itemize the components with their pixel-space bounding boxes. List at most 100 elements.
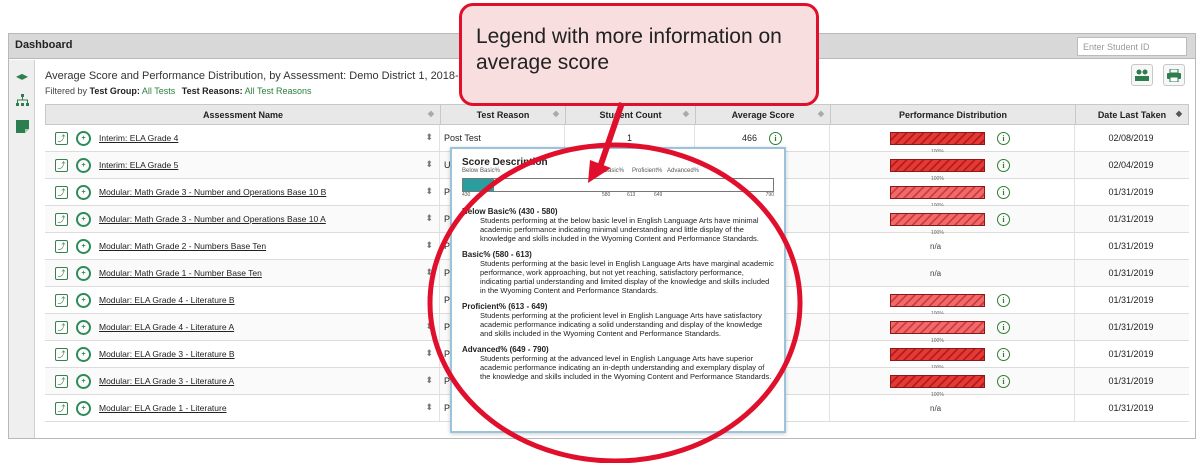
zoom-icon[interactable]: + bbox=[76, 184, 91, 200]
sort-handle-icon[interactable]: ⬍ bbox=[425, 213, 433, 224]
assessment-link[interactable]: Interim: ELA Grade 4 bbox=[99, 133, 178, 143]
date-cell: 01/31/2019 bbox=[1075, 341, 1187, 367]
performance-bar[interactable]: 100% bbox=[890, 320, 985, 344]
legend-callout: Legend with more information on average … bbox=[459, 3, 819, 106]
report-icon[interactable]: ⤴ bbox=[55, 185, 68, 199]
students-icon[interactable] bbox=[1131, 64, 1153, 86]
col-average-score[interactable]: Average Score ◆ bbox=[696, 105, 831, 124]
report-icon[interactable]: ⤴ bbox=[55, 131, 68, 145]
zoom-icon[interactable]: + bbox=[76, 130, 91, 146]
report-icon[interactable]: ⤴ bbox=[55, 401, 68, 415]
col-test-reason[interactable]: Test Reason ◆ bbox=[441, 105, 566, 124]
info-icon[interactable]: i bbox=[997, 374, 1010, 388]
sort-handle-icon[interactable]: ⬍ bbox=[425, 402, 433, 413]
assessment-link[interactable]: Modular: ELA Grade 3 - Literature B bbox=[99, 349, 235, 359]
note-icon[interactable] bbox=[14, 118, 30, 134]
performance-bar[interactable]: 100% bbox=[890, 212, 985, 236]
zoom-icon[interactable]: + bbox=[76, 265, 91, 281]
sort-handle-icon[interactable]: ⬍ bbox=[425, 321, 433, 332]
scale-labels: Below Basic% Basic% Proficient% Advanced… bbox=[462, 168, 774, 177]
report-icon[interactable]: ⤴ bbox=[55, 293, 68, 307]
popover-title: Score Description bbox=[462, 157, 548, 168]
sort-handle-icon[interactable]: ⬍ bbox=[425, 267, 433, 278]
average-score-info-icon[interactable]: i bbox=[769, 131, 783, 145]
level-heading: Basic% (580 - 613) bbox=[462, 250, 532, 259]
performance-bar[interactable]: 100% bbox=[890, 158, 985, 182]
zoom-icon[interactable]: + bbox=[76, 400, 91, 416]
sort-handle-icon[interactable]: ⬍ bbox=[425, 240, 433, 251]
info-icon[interactable]: i bbox=[997, 293, 1010, 307]
print-icon[interactable] bbox=[1163, 64, 1185, 86]
zoom-icon[interactable]: + bbox=[76, 346, 91, 362]
col-label: Student Count bbox=[599, 109, 662, 120]
assessment-link[interactable]: Modular: Math Grade 3 - Number and Opera… bbox=[99, 187, 326, 197]
info-icon[interactable]: i bbox=[997, 347, 1010, 361]
zoom-icon[interactable]: + bbox=[76, 373, 91, 389]
report-icon[interactable]: ⤴ bbox=[55, 212, 68, 226]
zoom-icon[interactable]: + bbox=[76, 319, 91, 335]
info-icon[interactable]: i bbox=[997, 212, 1010, 226]
assessment-name-cell: ⤴ + Interim: ELA Grade 4 ⬍ bbox=[45, 125, 440, 151]
assessment-link[interactable]: Modular: ELA Grade 3 - Literature A bbox=[99, 376, 234, 386]
sort-handle-icon[interactable]: ⬍ bbox=[425, 132, 433, 143]
zoom-icon[interactable]: + bbox=[76, 211, 91, 227]
performance-bar[interactable]: 100% bbox=[890, 347, 985, 371]
info-icon[interactable]: i bbox=[997, 131, 1010, 145]
performance-cell: 100% i bbox=[830, 341, 1075, 371]
col-student-count[interactable]: Student Count ◆ bbox=[566, 105, 696, 124]
filter-prefix: Filtered by bbox=[45, 86, 88, 96]
report-icon[interactable]: ⤴ bbox=[55, 239, 68, 253]
assessment-name-cell: ⤴ + Modular: Math Grade 1 - Number Base … bbox=[45, 260, 440, 286]
assessment-link[interactable]: Modular: Math Grade 1 - Number Base Ten bbox=[99, 268, 262, 278]
performance-bar[interactable]: 100% bbox=[890, 131, 985, 155]
zoom-icon[interactable]: + bbox=[76, 157, 91, 173]
callout-text: Legend with more information on average … bbox=[476, 25, 782, 74]
average-score: 466 bbox=[741, 133, 758, 143]
assessment-link[interactable]: Modular: ELA Grade 4 - Literature B bbox=[99, 295, 235, 305]
col-date-last-taken[interactable]: Date Last Taken ◆ bbox=[1076, 105, 1188, 124]
col-label: Assessment Name bbox=[202, 109, 284, 120]
scale-tick: 613 bbox=[627, 192, 636, 198]
level-text: Students performing at the basic level i… bbox=[480, 259, 774, 295]
date-last-taken: 01/31/2019 bbox=[1108, 268, 1154, 278]
assessment-name-cell: ⤴ + Modular: ELA Grade 1 - Literature ⬍ bbox=[45, 395, 440, 421]
expand-collapse-icon[interactable]: ◂▸ bbox=[14, 68, 30, 84]
assessment-link[interactable]: Modular: ELA Grade 1 - Literature bbox=[99, 403, 227, 413]
student-id-input[interactable] bbox=[1077, 37, 1187, 56]
report-icon[interactable]: ⤴ bbox=[55, 266, 68, 280]
sort-handle-icon[interactable]: ⬍ bbox=[425, 186, 433, 197]
zoom-icon[interactable]: + bbox=[76, 238, 91, 254]
hierarchy-icon[interactable] bbox=[14, 92, 30, 108]
scale-label: Proficient% bbox=[632, 168, 663, 174]
sort-handle-icon[interactable]: ⬍ bbox=[425, 294, 433, 305]
col-label: Test Reason bbox=[476, 109, 530, 120]
performance-bar[interactable]: 100% bbox=[890, 374, 985, 398]
info-icon[interactable]: i bbox=[997, 185, 1010, 199]
col-assessment-name[interactable]: Assessment Name ◆ bbox=[46, 105, 441, 124]
report-icon[interactable]: ⤴ bbox=[55, 347, 68, 361]
info-icon[interactable]: i bbox=[997, 320, 1010, 334]
date-cell: 01/31/2019 bbox=[1075, 206, 1187, 232]
performance-bar[interactable]: 100% bbox=[890, 293, 985, 317]
report-icon[interactable]: ⤴ bbox=[55, 374, 68, 388]
filter-reason-value[interactable]: All Test Reasons bbox=[245, 86, 312, 96]
assessment-link[interactable]: Modular: Math Grade 3 - Number and Opera… bbox=[99, 214, 326, 224]
date-cell: 01/31/2019 bbox=[1075, 179, 1187, 205]
date-last-taken: 02/08/2019 bbox=[1108, 133, 1154, 143]
zoom-icon[interactable]: + bbox=[76, 292, 91, 308]
level-descriptions: Below Basic% (430 - 580) Students perform… bbox=[462, 207, 774, 381]
sort-handle-icon[interactable]: ⬍ bbox=[425, 375, 433, 386]
performance-bar[interactable]: 100% bbox=[890, 185, 985, 209]
date-last-taken: 01/31/2019 bbox=[1108, 295, 1154, 305]
sort-handle-icon[interactable]: ⬍ bbox=[425, 159, 433, 170]
filter-group-value[interactable]: All Tests bbox=[142, 86, 175, 96]
report-icon[interactable]: ⤴ bbox=[55, 158, 68, 172]
info-icon[interactable]: i bbox=[997, 158, 1010, 172]
sort-handle-icon[interactable]: ⬍ bbox=[425, 348, 433, 359]
assessment-link[interactable]: Modular: Math Grade 2 - Numbers Base Ten bbox=[99, 241, 266, 251]
scale-tick: 430 bbox=[462, 192, 471, 198]
performance-cell: 100% i bbox=[830, 125, 1075, 155]
assessment-link[interactable]: Modular: ELA Grade 4 - Literature A bbox=[99, 322, 234, 332]
report-icon[interactable]: ⤴ bbox=[55, 320, 68, 334]
assessment-link[interactable]: Interim: ELA Grade 5 bbox=[99, 160, 178, 170]
